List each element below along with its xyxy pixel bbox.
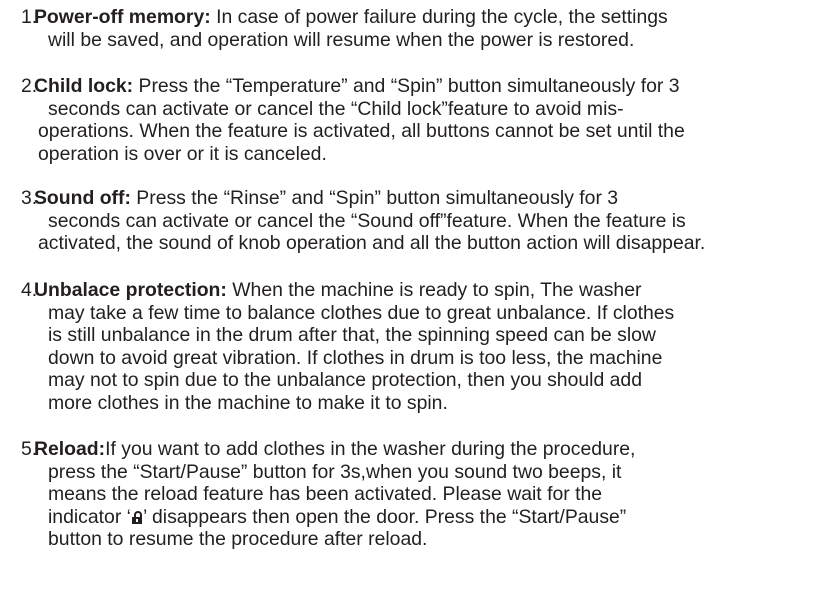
item-line: may take a few time to balance clothes d… xyxy=(48,301,675,324)
item-number: 5. xyxy=(21,438,38,460)
item-text: Press the “Temperature” and “Spin” butto… xyxy=(133,75,680,97)
item-text: indicator ‘ xyxy=(48,505,131,528)
manual-page: 1. Power-off memory: In case of power fai… xyxy=(0,0,830,593)
item-heading: Child lock: xyxy=(34,75,134,97)
item-heading: Reload: xyxy=(34,438,106,460)
item-text: When the machine is ready to spin, The w… xyxy=(226,279,642,301)
item-text: ’ disappears then open the door. Press t… xyxy=(143,505,627,528)
feature-item-reload: 5. Reload:If you want to add clothes in t… xyxy=(21,438,824,551)
item-line: press the “Start/Pause” button for 3s,wh… xyxy=(48,460,622,483)
item-text: Press the “Rinse” and “Spin” button simu… xyxy=(130,187,619,209)
item-line: more clothes in the machine to make it t… xyxy=(48,391,448,414)
feature-item-power-off-memory: 1. Power-off memory: In case of power fai… xyxy=(21,6,824,51)
feature-item-sound-off: 3. Sound off: Press the “Rinse” and “Spin… xyxy=(21,187,824,255)
item-number: 2. xyxy=(21,75,38,97)
item-line: operations. When the feature is activate… xyxy=(38,120,685,143)
item-line: indicator ‘ ’ disappears then open the do… xyxy=(34,506,824,529)
lock-icon xyxy=(132,510,142,524)
item-line: activated, the sound of knob operation a… xyxy=(38,232,706,255)
item-line: 4. Unbalace protection: When the machine … xyxy=(21,279,824,302)
item-heading: Power-off memory: xyxy=(34,6,211,28)
item-line: 2. Child lock: Press the “Temperature” an… xyxy=(21,75,824,98)
item-line: means the reload feature has been activa… xyxy=(48,483,603,506)
item-line: 3. Sound off: Press the “Rinse” and “Spin… xyxy=(21,187,824,210)
feature-item-child-lock: 2. Child lock: Press the “Temperature” an… xyxy=(21,75,824,165)
item-line: 1. Power-off memory: In case of power fai… xyxy=(21,6,824,29)
item-line: down to avoid great vibration. If clothe… xyxy=(48,346,663,369)
item-line: seconds can activate or cancel the “Soun… xyxy=(48,209,686,232)
item-line: seconds can activate or cancel the “Chil… xyxy=(48,97,624,120)
item-line: operation is over or it is canceled. xyxy=(38,142,327,165)
item-number: 3. xyxy=(21,187,38,209)
item-number: 1. xyxy=(21,6,38,28)
feature-item-unbalance-protection: 4. Unbalace protection: When the machine … xyxy=(21,279,824,415)
item-text: In case of power failure during the cycl… xyxy=(210,6,668,28)
item-line: button to resume the procedure after rel… xyxy=(48,528,428,551)
item-line: is still unbalance in the drum after tha… xyxy=(48,324,656,347)
item-heading: Unbalace protection: xyxy=(34,279,227,301)
item-line: will be saved, and operation will resume… xyxy=(48,28,635,51)
item-text: If you want to add clothes in the washer… xyxy=(105,438,636,460)
item-line: 5. Reload:If you want to add clothes in t… xyxy=(21,438,824,461)
item-line: may not to spin due to the unbalance pro… xyxy=(48,369,642,392)
item-heading: Sound off: xyxy=(34,187,131,209)
item-number: 4. xyxy=(21,279,38,301)
